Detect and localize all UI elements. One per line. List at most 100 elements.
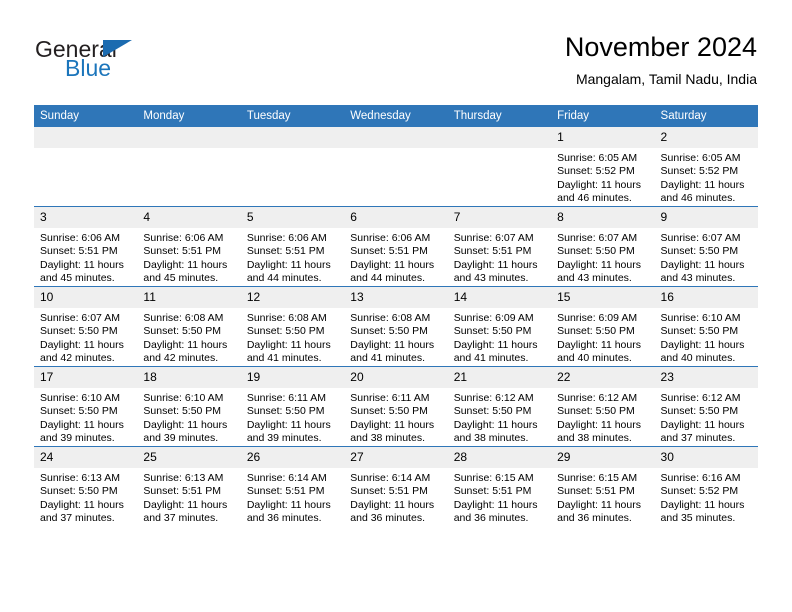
weekday-header-friday: Friday	[551, 105, 655, 127]
day-number: 4	[137, 207, 241, 228]
daylight-duration-line1: Daylight: 11 hours	[557, 418, 641, 431]
calendar-day-cell[interactable]: 20 Sunrise: 6:11 AM Sunset: 5:50 PM Dayligh…	[344, 366, 448, 447]
daylight-duration-line2: and 40 minutes.	[660, 352, 736, 365]
day-number: 17	[34, 367, 138, 388]
day-details: Sunrise: 6:13 AM Sunset: 5:51 PM Daylight:…	[137, 468, 240, 526]
day-number: 23	[654, 367, 758, 388]
calendar-cell-empty	[344, 127, 448, 207]
calendar-day-cell[interactable]: 15 Sunrise: 6:09 AM Sunset: 5:50 PM Dayligh…	[551, 286, 655, 367]
sunrise-time: Sunrise: 6:08 AM	[350, 312, 431, 324]
day-number: 15	[551, 287, 655, 308]
day-details: Sunrise: 6:12 AM Sunset: 5:50 PM Daylight:…	[551, 388, 654, 446]
page-title: November 2024	[564, 32, 757, 62]
calendar-cell-empty	[447, 127, 552, 207]
day-number: 21	[447, 367, 552, 388]
sunrise-time: Sunrise: 6:12 AM	[453, 392, 534, 404]
sunset-time: Sunset: 5:50 PM	[143, 405, 222, 418]
day-details: Sunrise: 6:05 AM Sunset: 5:52 PM Daylight:…	[551, 148, 654, 206]
calendar-day-cell[interactable]: 18 Sunrise: 6:10 AM Sunset: 5:50 PM Dayligh…	[137, 366, 241, 447]
day-number: 26	[240, 447, 345, 468]
calendar-day-cell[interactable]: 25 Sunrise: 6:13 AM Sunset: 5:51 PM Dayligh…	[137, 446, 241, 526]
calendar-day-cell[interactable]: 22 Sunrise: 6:12 AM Sunset: 5:50 PM Dayligh…	[551, 366, 655, 447]
day-number: 29	[551, 447, 655, 468]
calendar-day-cell[interactable]: 11 Sunrise: 6:08 AM Sunset: 5:50 PM Dayligh…	[137, 286, 241, 367]
daylight-duration-line1: Daylight: 11 hours	[246, 338, 331, 351]
day-details: Sunrise: 6:06 AM Sunset: 5:51 PM Daylight:…	[34, 228, 137, 286]
daylight-duration-line2: and 38 minutes.	[453, 432, 529, 445]
day-details: Sunrise: 6:11 AM Sunset: 5:50 PM Daylight:…	[344, 388, 447, 446]
calendar-day-cell[interactable]: 10 Sunrise: 6:07 AM Sunset: 5:50 PM Dayligh…	[34, 286, 138, 367]
daylight-duration-line1: Daylight: 11 hours	[350, 258, 435, 271]
daylight-duration-line2: and 37 minutes.	[40, 512, 115, 525]
sunrise-time: Sunrise: 6:09 AM	[453, 312, 534, 324]
sunrise-time: Sunrise: 6:06 AM	[143, 232, 224, 244]
calendar-day-cell[interactable]: 23 Sunrise: 6:12 AM Sunset: 5:50 PM Dayligh…	[654, 366, 758, 447]
calendar-cell-empty	[240, 127, 345, 207]
sunset-time: Sunset: 5:51 PM	[350, 245, 428, 258]
day-details: Sunrise: 6:10 AM Sunset: 5:50 PM Daylight:…	[655, 308, 758, 366]
daylight-duration-line1: Daylight: 11 hours	[557, 258, 641, 271]
calendar-day-cell[interactable]: 30 Sunrise: 6:16 AM Sunset: 5:52 PM Dayligh…	[654, 446, 758, 526]
sunset-time: Sunset: 5:50 PM	[350, 405, 428, 418]
calendar-day-cell[interactable]: 16 Sunrise: 6:10 AM Sunset: 5:50 PM Dayligh…	[654, 286, 758, 367]
daylight-duration-line2: and 38 minutes.	[350, 432, 425, 445]
calendar-day-cell[interactable]: 29 Sunrise: 6:15 AM Sunset: 5:51 PM Dayligh…	[551, 446, 655, 526]
sunset-time: Sunset: 5:50 PM	[557, 405, 635, 418]
daylight-duration-line2: and 36 minutes.	[453, 512, 529, 525]
calendar-day-cell[interactable]: 24 Sunrise: 6:13 AM Sunset: 5:50 PM Dayligh…	[34, 446, 138, 526]
daylight-duration-line2: and 36 minutes.	[557, 512, 632, 525]
sunrise-time: Sunrise: 6:07 AM	[557, 232, 638, 244]
daylight-duration-line1: Daylight: 11 hours	[350, 418, 435, 431]
calendar-day-cell[interactable]: 2 Sunrise: 6:05 AM Sunset: 5:52 PM Daylight…	[654, 127, 758, 207]
day-number: 3	[34, 207, 138, 228]
calendar-day-cell[interactable]: 9 Sunrise: 6:07 AM Sunset: 5:50 PM Daylight…	[654, 206, 758, 287]
calendar-day-cell[interactable]: 5 Sunrise: 6:06 AM Sunset: 5:51 PM Daylight…	[240, 206, 345, 287]
daylight-duration-line2: and 41 minutes.	[246, 352, 322, 365]
day-details: Sunrise: 6:07 AM Sunset: 5:50 PM Daylight:…	[34, 308, 137, 366]
day-details: Sunrise: 6:14 AM Sunset: 5:51 PM Daylight:…	[241, 468, 344, 526]
day-number: 6	[344, 207, 448, 228]
sunset-time: Sunset: 5:50 PM	[246, 405, 325, 418]
sunset-time: Sunset: 5:51 PM	[246, 485, 325, 498]
calendar-day-cell[interactable]: 27 Sunrise: 6:14 AM Sunset: 5:51 PM Dayligh…	[344, 446, 448, 526]
day-number: 19	[240, 367, 345, 388]
calendar-cell-empty	[34, 127, 138, 207]
calendar-day-cell[interactable]: 13 Sunrise: 6:08 AM Sunset: 5:50 PM Dayligh…	[344, 286, 448, 367]
sunrise-time: Sunrise: 6:15 AM	[557, 472, 638, 484]
day-details: Sunrise: 6:10 AM Sunset: 5:50 PM Daylight:…	[137, 388, 240, 446]
calendar-day-cell[interactable]: 17 Sunrise: 6:10 AM Sunset: 5:50 PM Dayligh…	[34, 366, 138, 447]
daylight-duration-line1: Daylight: 11 hours	[557, 498, 641, 511]
calendar-day-cell[interactable]: 6 Sunrise: 6:06 AM Sunset: 5:51 PM Daylight…	[344, 206, 448, 287]
day-details: Sunrise: 6:09 AM Sunset: 5:50 PM Daylight:…	[551, 308, 654, 366]
daylight-duration-line1: Daylight: 11 hours	[143, 418, 228, 431]
weekday-header-monday: Monday	[137, 105, 241, 127]
calendar-day-cell[interactable]: 19 Sunrise: 6:11 AM Sunset: 5:50 PM Dayligh…	[240, 366, 345, 447]
calendar-day-cell[interactable]: 26 Sunrise: 6:14 AM Sunset: 5:51 PM Dayligh…	[240, 446, 345, 526]
calendar-day-cell[interactable]: 8 Sunrise: 6:07 AM Sunset: 5:50 PM Daylight…	[551, 206, 655, 287]
calendar-day-cell[interactable]: 4 Sunrise: 6:06 AM Sunset: 5:51 PM Daylight…	[137, 206, 241, 287]
calendar-day-cell[interactable]: 7 Sunrise: 6:07 AM Sunset: 5:51 PM Daylight…	[447, 206, 552, 287]
calendar-day-cell[interactable]: 1 Sunrise: 6:05 AM Sunset: 5:52 PM Daylight…	[551, 127, 655, 207]
daylight-duration-line2: and 44 minutes.	[246, 272, 322, 285]
daylight-duration-line1: Daylight: 11 hours	[660, 498, 745, 511]
day-number: 28	[447, 447, 552, 468]
calendar-day-cell[interactable]: 12 Sunrise: 6:08 AM Sunset: 5:50 PM Dayligh…	[240, 286, 345, 367]
day-number	[240, 127, 345, 148]
daylight-duration-line1: Daylight: 11 hours	[246, 418, 331, 431]
sunrise-time: Sunrise: 6:12 AM	[557, 392, 638, 404]
day-details: Sunrise: 6:08 AM Sunset: 5:50 PM Daylight:…	[241, 308, 344, 366]
general-blue-logo[interactable]: General Blue	[35, 36, 215, 88]
sunset-time: Sunset: 5:51 PM	[350, 485, 428, 498]
day-details: Sunrise: 6:08 AM Sunset: 5:50 PM Daylight:…	[344, 308, 447, 366]
calendar-page: General Blue November 2024 Mangalam, Tam…	[0, 0, 792, 612]
daylight-duration-line1: Daylight: 11 hours	[453, 338, 538, 351]
sunrise-time: Sunrise: 6:05 AM	[557, 152, 638, 164]
day-number	[344, 127, 448, 148]
sunrise-time: Sunrise: 6:05 AM	[660, 152, 741, 164]
sunrise-time: Sunrise: 6:16 AM	[660, 472, 741, 484]
calendar-day-cell[interactable]: 14 Sunrise: 6:09 AM Sunset: 5:50 PM Dayligh…	[447, 286, 552, 367]
calendar-day-cell[interactable]: 28 Sunrise: 6:15 AM Sunset: 5:51 PM Dayligh…	[447, 446, 552, 526]
weekday-header-thursday: Thursday	[447, 105, 552, 127]
calendar-day-cell[interactable]: 3 Sunrise: 6:06 AM Sunset: 5:51 PM Daylight…	[34, 206, 138, 287]
calendar-day-cell[interactable]: 21 Sunrise: 6:12 AM Sunset: 5:50 PM Dayligh…	[447, 366, 552, 447]
